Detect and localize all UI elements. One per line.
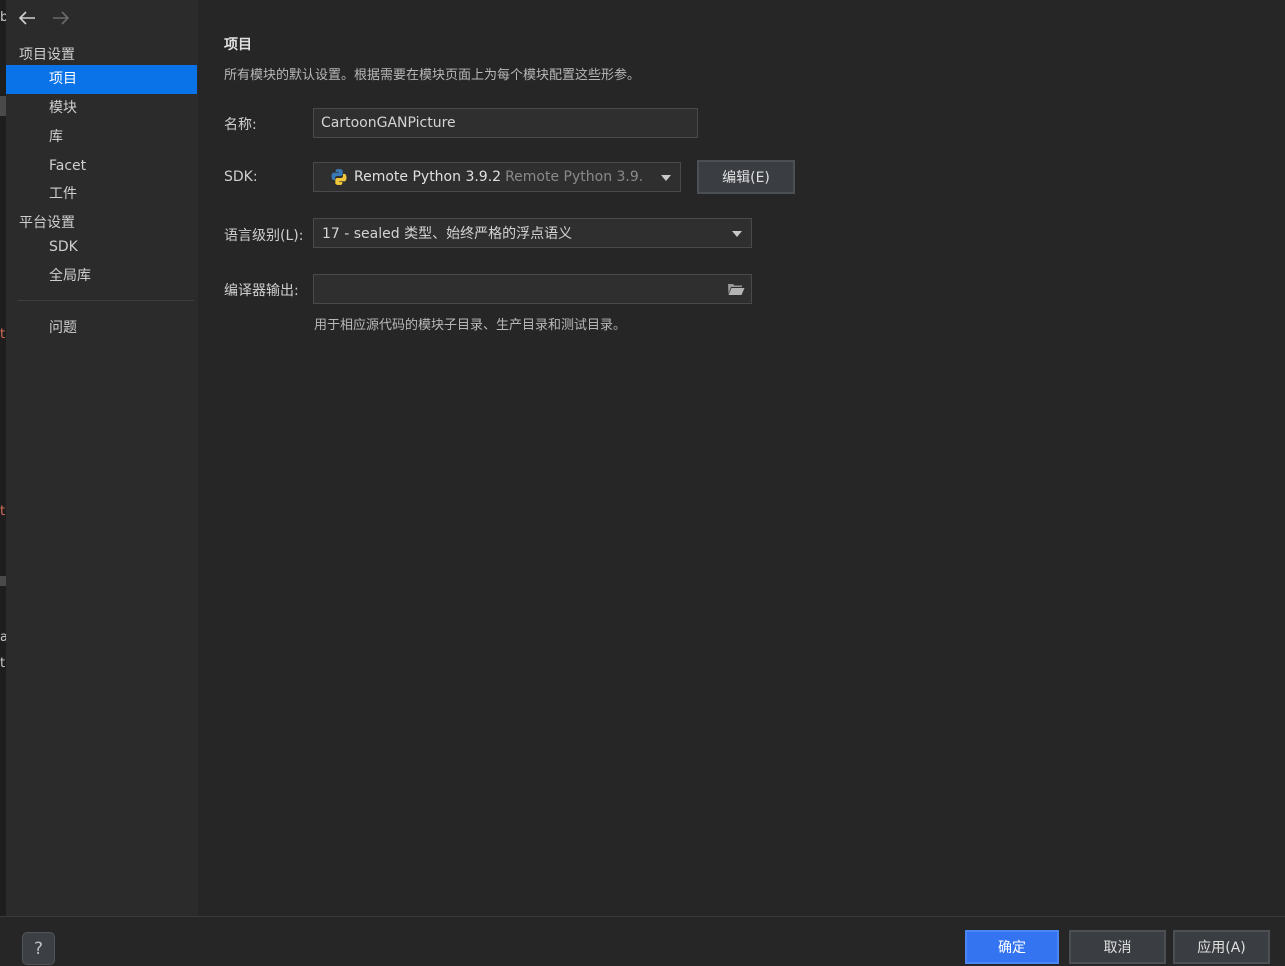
project-name-input[interactable] <box>313 108 698 138</box>
chevron-down-icon <box>732 231 742 237</box>
sidebar-item-global-libraries[interactable]: 全局库 <box>6 262 197 291</box>
back-arrow-icon[interactable] <box>16 7 38 29</box>
sidebar-item-artifacts[interactable]: 工件 <box>6 180 197 209</box>
sdk-combobox[interactable]: Remote Python 3.9.2 Remote Python 3.9. <box>313 162 681 192</box>
compiler-output-label: 编译器输出: <box>224 283 299 299</box>
edge-fragment: t <box>0 656 6 671</box>
sidebar-item-libraries[interactable]: 库 <box>6 123 197 152</box>
sdk-edit-button[interactable]: 编辑(E) <box>697 160 795 194</box>
ok-button[interactable]: 确定 <box>965 930 1059 964</box>
sidebar-item-problems[interactable]: 问题 <box>6 314 197 343</box>
sdk-detail: Remote Python 3.9. <box>505 169 644 185</box>
name-label: 名称: <box>224 117 257 133</box>
sidebar-item-project[interactable]: 项目 <box>6 65 197 94</box>
python-icon <box>330 168 348 186</box>
dialog-footer: ? 确定 取消 应用(A) <box>0 916 1285 966</box>
chevron-down-icon <box>661 175 671 181</box>
sidebar-item-facet[interactable]: Facet <box>6 152 197 181</box>
section-platform-settings: 平台设置 <box>19 215 75 231</box>
compiler-output-hint: 用于相应源代码的模块子目录、生产目录和测试目录。 <box>314 318 627 333</box>
sdk-value: Remote Python 3.9.2 <box>354 169 502 185</box>
forward-arrow-icon[interactable] <box>50 7 72 29</box>
nav-arrows <box>16 6 72 30</box>
help-button[interactable]: ? <box>22 932 55 965</box>
language-level-value: 17 - sealed 类型、始终严格的浮点语义 <box>322 226 573 242</box>
language-level-label: 语言级别(L): <box>224 228 304 244</box>
settings-sidebar: 项目设置 项目 模块 库 Facet 工件 平台设置 SDK 全局库 问题 <box>6 0 198 916</box>
apply-button[interactable]: 应用(A) <box>1173 930 1270 964</box>
sidebar-item-sdk[interactable]: SDK <box>6 233 197 262</box>
page-title: 项目 <box>224 37 252 53</box>
project-settings-panel: 项目 所有模块的默认设置。根据需要在模块页面上为每个模块配置这些形参。 名称: … <box>198 0 1285 916</box>
section-project-settings: 项目设置 <box>19 47 75 63</box>
sdk-label: SDK: <box>224 169 258 185</box>
sidebar-item-modules[interactable]: 模块 <box>6 94 197 123</box>
compiler-output-field[interactable] <box>313 274 752 304</box>
cancel-button[interactable]: 取消 <box>1069 930 1166 964</box>
page-description: 所有模块的默认设置。根据需要在模块页面上为每个模块配置这些形参。 <box>224 68 641 83</box>
sidebar-divider <box>18 300 194 301</box>
language-level-combobox[interactable]: 17 - sealed 类型、始终严格的浮点语义 <box>313 218 752 248</box>
folder-icon[interactable] <box>727 282 745 296</box>
